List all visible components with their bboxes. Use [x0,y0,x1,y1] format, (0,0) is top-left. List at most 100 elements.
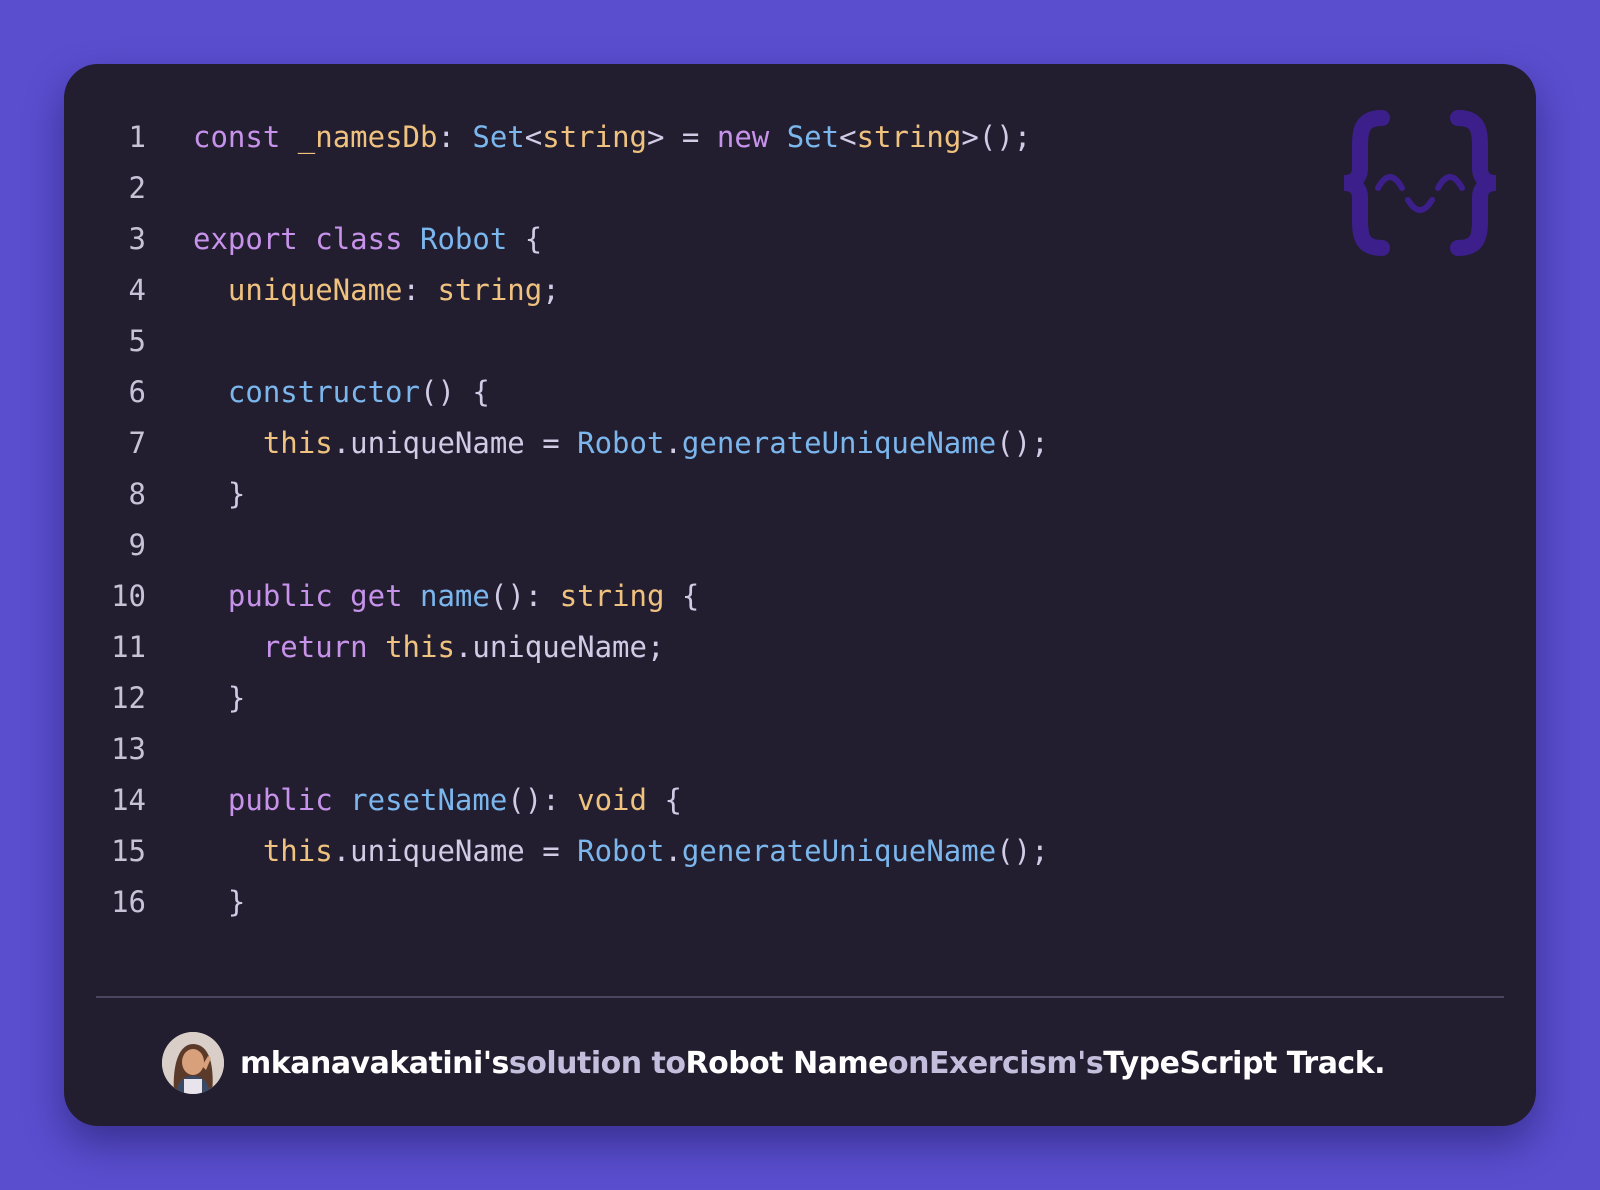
code-token: uniqueName [227,273,403,307]
code-token: . [664,426,682,460]
line-number: 4 [128,273,146,307]
code-token: Set [786,120,840,154]
code-token: class [315,222,403,256]
user-avatar[interactable] [162,1032,224,1094]
code-text: uniqueName: string; [193,265,560,316]
code-token: generateUniqueName [681,426,997,460]
code-token: string [437,273,543,307]
line-number: 2 [128,171,146,205]
code-token: generateUniqueName [681,834,997,868]
code-line: 4 uniqueName: string; [64,265,1536,316]
code-token: get [350,579,403,613]
code-token: { [664,579,700,613]
line-number: 12 [111,681,146,715]
code-line: 3 export class Robot { [64,214,1536,265]
code-card: 1 const _namesDb: Set<string> = new Set<s… [64,64,1536,1126]
code-line: 5 [64,316,1536,367]
code-line: 11 return this.uniqueName; [64,622,1536,673]
line-number: 10 [111,579,146,613]
line-number: 7 [128,426,146,460]
code-token: _namesDb [297,120,438,154]
code-token: } [193,477,246,511]
code-line: 2 [64,163,1536,214]
code-token: const [193,120,281,154]
code-token: } [193,681,246,715]
code-token: .uniqueName = [332,834,578,868]
code-token: Robot [420,222,508,256]
code-token: string [559,579,665,613]
track-name[interactable]: TypeScript Track. [1103,1046,1385,1081]
code-token: new [716,120,770,154]
code-token: public [227,579,333,613]
code-line: 1 const _namesDb: Set<string> = new Set<s… [64,112,1536,163]
on-text: on [888,1045,929,1081]
line-number: 3 [128,222,146,256]
site-name[interactable]: Exercism [929,1046,1078,1081]
line-number: 6 [128,375,146,409]
code-text: return this.uniqueName; [193,622,665,673]
code-line: 14 public resetName(): void { [64,775,1536,826]
code-token: this [262,426,333,460]
code-text: } [193,673,245,724]
line-number: 13 [111,732,146,766]
code-token: export [193,222,298,256]
code-line: 16 } [64,877,1536,928]
code-line: 7 this.uniqueName = Robot.generateUnique… [64,418,1536,469]
code-token: (): [507,783,578,817]
code-token: constructor [227,375,420,409]
line-number: 9 [128,528,146,562]
code-token: { [646,783,682,817]
code-text: } [193,469,245,520]
code-line: 6 constructor() { [64,367,1536,418]
code-token: . [664,834,682,868]
line-number: 14 [111,783,146,817]
code-text: export class Robot { [193,214,542,265]
code-token: return [262,630,368,664]
line-number: 1 [128,120,146,154]
code-token: resetName [350,783,508,817]
code-token: string [856,120,962,154]
code-token: } [193,885,246,919]
line-number: 5 [128,324,146,358]
code-token: (); [996,834,1049,868]
code-token: Robot [577,426,665,460]
code-token: this [262,834,333,868]
code-line: 9 [64,520,1536,571]
line-number: 11 [111,630,146,664]
author-name[interactable]: mkanavakatini [240,1046,483,1081]
code-token: < [839,120,857,154]
code-block: 1 const _namesDb: Set<string> = new Set<s… [64,112,1536,928]
code-token: this [385,630,455,664]
code-text: public resetName(): void { [193,775,682,826]
exercise-name[interactable]: Robot Name [685,1046,888,1081]
attribution: mkanavakatini's solution to Robot Name o… [162,1030,1386,1096]
code-token: >(); [961,120,1032,154]
code-line: 8 } [64,469,1536,520]
code-line: 13 [64,724,1536,775]
code-text: public get name(): string { [193,571,699,622]
code-text: this.uniqueName = Robot.generateUniqueNa… [193,418,1049,469]
code-token: name [420,579,490,613]
line-number: 16 [111,885,146,919]
code-token: Robot [577,834,665,868]
author-possessive: 's [482,1045,510,1081]
solution-to-text: solution to [508,1045,686,1081]
divider [96,996,1504,998]
code-token: string [542,120,648,154]
code-token: void [577,783,647,817]
code-text: this.uniqueName = Robot.generateUniqueNa… [193,826,1049,877]
code-token: ; [542,273,560,307]
code-token: (): [489,579,560,613]
code-token: (); [996,426,1049,460]
